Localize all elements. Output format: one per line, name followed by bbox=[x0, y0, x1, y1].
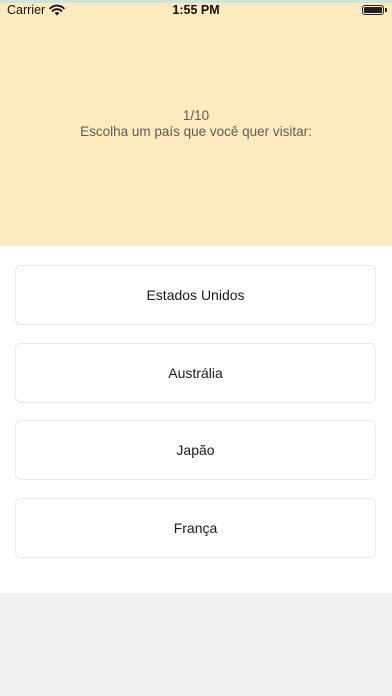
question-text: Escolha um país que você quer visitar: bbox=[80, 124, 312, 139]
battery-fill bbox=[364, 7, 382, 13]
question-header: Carrier 1:55 PM 1/10 Escolha um país que… bbox=[0, 0, 392, 246]
answer-options: Estados Unidos Austrália Japão França bbox=[0, 246, 392, 593]
footer-area bbox=[0, 593, 392, 696]
option-button-japao[interactable]: Japão bbox=[15, 420, 376, 480]
status-bar: Carrier 1:55 PM bbox=[0, 0, 392, 20]
option-button-estados-unidos[interactable]: Estados Unidos bbox=[15, 265, 376, 325]
status-time: 1:55 PM bbox=[172, 3, 220, 17]
option-label: França bbox=[173, 520, 218, 536]
question-block: 1/10 Escolha um país que você quer visit… bbox=[0, 108, 392, 140]
option-button-australia[interactable]: Austrália bbox=[15, 343, 376, 403]
option-button-franca[interactable]: França bbox=[15, 498, 376, 558]
battery-body bbox=[362, 5, 384, 15]
option-label: Austrália bbox=[168, 365, 223, 381]
battery-icon bbox=[362, 5, 387, 15]
battery-cap bbox=[385, 8, 387, 12]
option-label: Japão bbox=[176, 442, 215, 458]
question-progress: 1/10 bbox=[182, 108, 210, 123]
option-label: Estados Unidos bbox=[146, 287, 245, 303]
